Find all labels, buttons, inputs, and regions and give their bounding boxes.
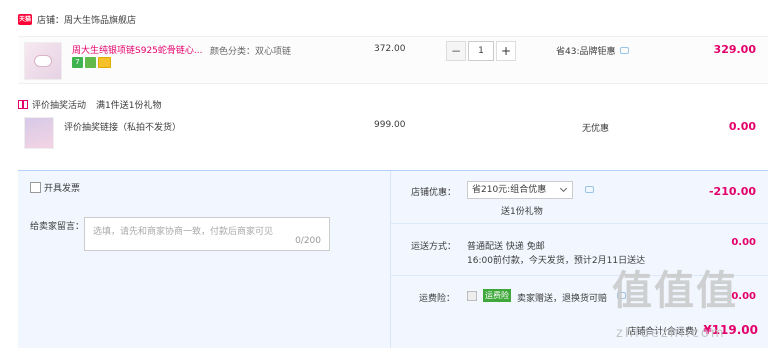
chevron-down-icon [559,184,568,193]
gift-activity-rule: 满1件送1份礼物 [96,101,162,111]
qty-minus-button[interactable]: − [446,41,466,61]
tmall-logo-icon: 天猫 [18,13,32,25]
chat-bubble-icon[interactable] [619,47,629,54]
gift-activity-bar: 评价抽奖活动 满1件送1份礼物 [18,98,161,111]
divider [391,223,768,224]
item-subtotal: 329.00 [713,43,756,56]
shipping-method: 普通配送 快递 免邮 [467,242,545,252]
shipping-label: 运送方式： [411,242,457,252]
gift-price: 999.00 [374,120,406,130]
discount-text: 省43:品牌钜惠 [556,47,616,57]
shop-name[interactable]: 店铺：周大生饰品旗舰店 [37,13,136,26]
gift-thumbnail[interactable] [24,117,54,149]
watermark-logo: 值值值 [612,267,738,314]
note-placeholder: 选填，请先和商家协商一致，付款后商家可见 [93,227,274,237]
gift-icon [18,100,28,109]
qty-input[interactable]: 1 [468,41,494,61]
unit-price: 372.00 [374,44,406,54]
order-item-row: 周大生纯银项链S925蛇骨链心... 7 颜色分类：双心项链 372.00 − … [18,36,768,84]
invoice-option[interactable]: 开具发票 [30,181,80,194]
invoice-label: 开具发票 [44,184,81,194]
shop-header: 天猫 店铺：周大生饰品旗舰店 [0,10,136,28]
coupon-selected-value: 省210元:组合优惠 [472,185,547,195]
insurance-label: 运费险： [419,294,456,304]
product-title-link[interactable]: 周大生纯银项链S925蛇骨链心... [72,43,204,56]
insurance-badge: 运费险 [483,289,511,302]
coupon-gift-note: 送1份礼物 [501,207,543,217]
insurance-text: 卖家赠送，退换货可赔 [517,294,608,304]
coupon-label: 店铺优惠： [411,188,457,198]
note-label: 给卖家留言： [30,222,85,232]
coupon-amount: -210.00 [708,185,756,198]
coupon-chat-icon[interactable] [585,186,594,193]
credit-card-icon [98,57,111,68]
insurance-checkbox [467,291,477,301]
gift-title[interactable]: 评价抽奖链接（私拍不发货） [64,120,181,133]
gift-item-row: 评价抽奖链接（私拍不发货） 999.00 无优惠 0.00 [18,114,768,154]
seller-note-textarea[interactable]: 选填，请先和商家协商一致，付款后商家可见 0/200 [84,217,330,251]
coupon-select[interactable]: 省210元:组合优惠 [467,181,573,199]
service-icons: 7 [72,57,111,68]
watermark-url: zhidezhi.com [616,326,726,341]
gift-subtotal: 0.00 [728,120,756,133]
invoice-checkbox[interactable] [30,182,41,193]
gift-activity-label: 评价抽奖活动 [32,101,87,111]
item-discount: 省43:品牌钜惠 [556,44,629,57]
product-thumbnail[interactable] [24,42,62,80]
seven-day-return-icon: 7 [72,57,83,68]
note-char-count: 0/200 [295,236,321,246]
shipping-amount: 0.00 [731,237,756,248]
gift-discount: 无优惠 [582,124,610,134]
guarantee-icon [85,57,96,68]
qty-plus-button[interactable]: + [496,41,516,61]
product-sku: 颜色分类：双心项链 [210,47,292,57]
quantity-stepper: − 1 + [446,41,516,61]
